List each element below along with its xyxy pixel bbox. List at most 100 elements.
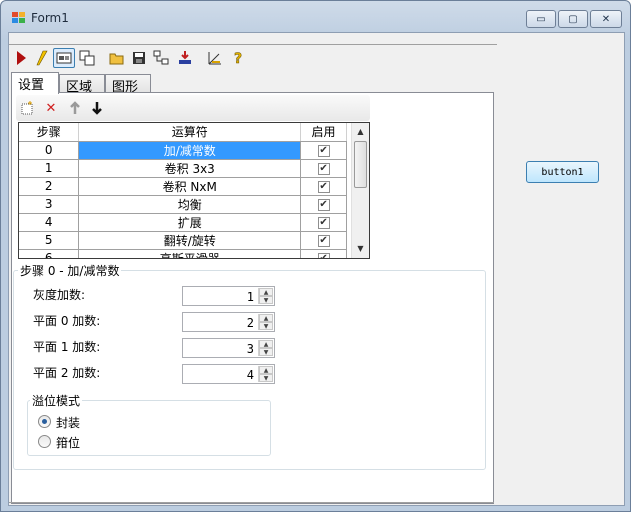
scroll-thumb[interactable] <box>354 141 367 188</box>
import-button[interactable] <box>175 48 195 68</box>
step-cell[interactable]: 1 <box>19 159 80 178</box>
copy-window-button[interactable] <box>77 48 97 68</box>
enabled-checkbox[interactable]: ✔ <box>317 180 330 193</box>
view-icon <box>56 52 72 64</box>
delete-step-button[interactable]: ✕ <box>42 99 60 117</box>
operator-cell[interactable]: 均衡 <box>78 195 302 214</box>
table-row[interactable]: 0 加/减常数 ✔ <box>19 141 347 160</box>
wrap-label[interactable]: 封装 <box>56 414 80 431</box>
table-row[interactable]: 1 卷积 3x3 ✔ <box>19 159 347 178</box>
enabled-cell[interactable]: ✔ <box>300 213 347 232</box>
spin-up-icon[interactable]: ▲ <box>259 288 273 296</box>
close-icon: ✕ <box>601 13 611 25</box>
scroll-down-button[interactable]: ▼ <box>352 240 369 257</box>
button1[interactable]: button1 <box>526 161 599 183</box>
view-button[interactable] <box>53 48 75 68</box>
column-enabled[interactable]: 启用 <box>300 123 347 142</box>
operator-cell[interactable]: 卷积 NxM <box>78 177 302 196</box>
enabled-cell[interactable]: ✔ <box>300 159 347 178</box>
wand-button[interactable] <box>31 48 51 68</box>
operator-cell[interactable]: 卷积 3x3 <box>78 159 302 178</box>
enabled-cell[interactable]: ✔ <box>300 141 347 160</box>
measure-button[interactable] <box>205 48 225 68</box>
help-button[interactable]: ? <box>229 48 249 68</box>
step-cell[interactable]: 4 <box>19 213 80 232</box>
app-icon <box>12 12 26 24</box>
scroll-up-button[interactable]: ▲ <box>352 123 369 140</box>
delete-icon: ✕ <box>45 100 57 116</box>
spin-down-icon[interactable]: ▼ <box>259 374 273 382</box>
table-row[interactable]: 6 高斯平滑器 ✔ <box>19 249 347 258</box>
save-icon <box>133 52 145 64</box>
spin-up-icon[interactable]: ▲ <box>259 366 273 374</box>
column-operator[interactable]: 运算符 <box>78 123 302 142</box>
spin-up-icon[interactable]: ▲ <box>259 314 273 322</box>
client-area: ? 区域 图形 设置 ✕ 步骤 运算符 启用 0 加/减常数 ✔ 1 卷积 3x… <box>8 32 625 506</box>
plane2-addend-spinner[interactable]: ▲ ▼ <box>258 366 273 382</box>
network-icon <box>153 50 169 65</box>
operator-cell[interactable]: 翻转/旋转 <box>78 231 302 250</box>
table-row[interactable]: 3 均衡 ✔ <box>19 195 347 214</box>
grid-scrollbar[interactable]: ▲ ▼ <box>351 123 369 258</box>
maximize-button[interactable]: ▢ <box>558 10 588 28</box>
network-button[interactable] <box>151 48 171 68</box>
steps-grid[interactable]: 步骤 运算符 启用 0 加/减常数 ✔ 1 卷积 3x3 ✔ 2 卷积 NxM ✔ 3 均衡 ✔ 4 扩展… <box>18 122 370 259</box>
move-up-button[interactable] <box>66 99 84 117</box>
enabled-checkbox[interactable]: ✔ <box>317 198 330 211</box>
column-step[interactable]: 步骤 <box>19 123 80 142</box>
main-toolbar: ? <box>9 44 497 68</box>
operator-cell[interactable]: 扩展 <box>78 213 302 232</box>
spin-down-icon[interactable]: ▼ <box>259 348 273 356</box>
wand-icon <box>36 50 48 66</box>
run-button[interactable] <box>11 48 31 68</box>
step-settings-title: 步骤 0 - 加/减常数 <box>18 262 122 279</box>
plane1-addend-label: 平面 1 加数: <box>33 340 101 354</box>
title-bar[interactable]: Form1 ▭ ▢ ✕ <box>1 1 630 33</box>
enabled-checkbox[interactable]: ✔ <box>317 234 330 247</box>
enabled-cell[interactable]: ✔ <box>300 231 347 250</box>
minimize-button[interactable]: ▭ <box>526 10 556 28</box>
tab-region[interactable]: 区域 <box>59 74 105 95</box>
new-icon <box>21 101 33 115</box>
tab-graphics[interactable]: 图形 <box>105 74 151 95</box>
step-cell[interactable]: 5 <box>19 231 80 250</box>
move-down-button[interactable] <box>88 99 106 117</box>
steps-toolbar: ✕ <box>16 95 370 121</box>
enabled-checkbox[interactable]: ✔ <box>317 144 330 157</box>
gray-addend-input[interactable]: 1 ▲ ▼ <box>182 286 275 306</box>
table-row[interactable]: 5 翻转/旋转 ✔ <box>19 231 347 250</box>
enabled-checkbox[interactable]: ✔ <box>317 162 330 175</box>
wrap-radio[interactable] <box>38 415 51 428</box>
clamp-label[interactable]: 箝位 <box>56 434 80 451</box>
plane2-addend-input[interactable]: 4 ▲ ▼ <box>182 364 275 384</box>
plane0-addend-spinner[interactable]: ▲ ▼ <box>258 314 273 330</box>
enabled-cell[interactable]: ✔ <box>300 177 347 196</box>
operator-cell[interactable]: 加/减常数 <box>78 141 302 160</box>
open-button[interactable] <box>107 48 127 68</box>
spin-down-icon[interactable]: ▼ <box>259 322 273 330</box>
save-button[interactable] <box>129 48 149 68</box>
enabled-cell[interactable]: ✔ <box>300 249 347 258</box>
gray-addend-spinner[interactable]: ▲ ▼ <box>258 288 273 304</box>
table-row[interactable]: 4 扩展 ✔ <box>19 213 347 232</box>
spin-down-icon[interactable]: ▼ <box>259 296 273 304</box>
plane1-addend-input[interactable]: 3 ▲ ▼ <box>182 338 275 358</box>
enabled-checkbox[interactable]: ✔ <box>317 216 330 229</box>
app-window: Form1 ▭ ▢ ✕ ? 区域 图形 设置 ✕ 步骤 运算符 启用 0 加/减… <box>0 0 631 512</box>
enabled-cell[interactable]: ✔ <box>300 195 347 214</box>
new-step-button[interactable] <box>18 99 36 117</box>
copy-window-icon <box>79 50 95 66</box>
plane0-addend-input[interactable]: 2 ▲ ▼ <box>182 312 275 332</box>
plane1-addend-spinner[interactable]: ▲ ▼ <box>258 340 273 356</box>
step-cell[interactable]: 2 <box>19 177 80 196</box>
close-button[interactable]: ✕ <box>590 10 622 28</box>
operator-cell[interactable]: 高斯平滑器 <box>78 249 302 258</box>
enabled-checkbox[interactable]: ✔ <box>317 252 330 258</box>
table-row[interactable]: 2 卷积 NxM ✔ <box>19 177 347 196</box>
step-cell[interactable]: 0 <box>19 141 80 160</box>
tab-settings[interactable]: 设置 <box>11 72 59 94</box>
clamp-radio[interactable] <box>38 435 51 448</box>
spin-up-icon[interactable]: ▲ <box>259 340 273 348</box>
step-cell[interactable]: 3 <box>19 195 80 214</box>
step-cell[interactable]: 6 <box>19 249 80 258</box>
